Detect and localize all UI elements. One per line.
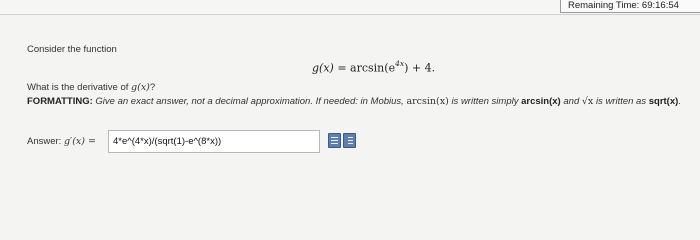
answer-label: Answer: g′(x) = (27, 136, 96, 147)
equation-editor-icon[interactable] (328, 133, 341, 148)
top-bar: Remaining Time: 69:16:54 (0, 0, 700, 14)
preview-icon[interactable] (343, 133, 356, 148)
formatting-label: FORMATTING: (27, 96, 93, 107)
answer-row: Answer: g′(x) = (27, 128, 687, 156)
answer-input[interactable] (108, 130, 320, 153)
timer-value: 69:16:54 (641, 0, 679, 11)
question-intro: Consider the function (27, 44, 117, 55)
timer-label: Remaining Time: (568, 0, 640, 11)
header-divider (0, 14, 700, 15)
formatting-instructions: FORMATTING: Give an exact answer, not a … (27, 96, 681, 107)
function-formula: g(x) = arcsin(e4x) + 4. (312, 59, 436, 75)
remaining-time-box: Remaining Time: 69:16:54 (560, 0, 700, 13)
question-prompt: What is the derivative of g(x)? (27, 82, 156, 93)
